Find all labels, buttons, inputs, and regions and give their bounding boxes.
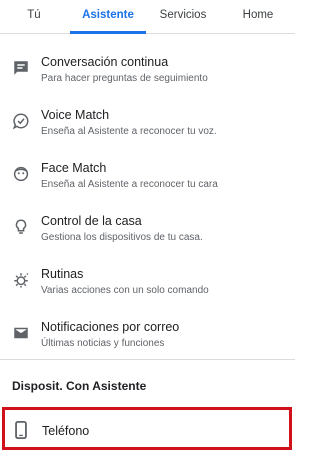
setting-title: Voice Match <box>41 108 110 122</box>
lightbulb-icon <box>12 218 30 236</box>
tab-asistente[interactable]: Asistente <box>78 9 138 21</box>
tab-tu[interactable]: Tú <box>24 9 44 21</box>
setting-title: Conversación continua <box>41 55 169 69</box>
voice-match-icon <box>12 112 30 130</box>
setting-subtitle: Últimas noticias y funciones <box>41 338 165 349</box>
tab-home[interactable]: Home <box>236 9 280 21</box>
setting-subtitle: Enseña al Asistente a reconocer tu voz. <box>41 126 217 137</box>
setting-email-notifications[interactable]: Notificaciones por correo Últimas notici… <box>0 320 295 372</box>
setting-subtitle: Varias acciones con un solo comando <box>41 285 209 296</box>
section-header: Disposit. Con Asistente <box>12 379 147 393</box>
setting-title: Notificaciones por correo <box>41 320 180 334</box>
setting-continued-conversation[interactable]: Conversación continua Para hacer pregunt… <box>0 55 295 107</box>
setting-title: Control de la casa <box>41 214 142 228</box>
device-title: Teléfono <box>42 424 90 438</box>
setting-home-control[interactable]: Control de la casa Gestiona los disposit… <box>0 214 295 266</box>
phone-icon <box>13 421 29 439</box>
mail-icon <box>12 324 30 342</box>
setting-title: Face Match <box>41 161 107 175</box>
face-icon <box>12 165 30 183</box>
setting-subtitle: Para hacer preguntas de seguimiento <box>41 73 208 84</box>
section-divider <box>0 359 295 360</box>
setting-voice-match[interactable]: Voice Match Enseña al Asistente a recono… <box>0 108 295 160</box>
chat-bubble-icon <box>12 59 30 77</box>
setting-title: Rutinas <box>41 267 84 281</box>
tab-servicios[interactable]: Servicios <box>153 9 213 21</box>
active-tab-indicator <box>70 31 146 34</box>
routine-sun-icon <box>12 271 30 289</box>
setting-face-match[interactable]: Face Match Enseña al Asistente a reconoc… <box>0 161 295 213</box>
setting-subtitle: Enseña al Asistente a reconocer tu cara <box>41 179 218 190</box>
setting-subtitle: Gestiona los dispositivos de tu casa. <box>41 232 203 243</box>
tab-bar: Tú Asistente Servicios Home <box>0 0 295 34</box>
setting-routines[interactable]: Rutinas Varias acciones con un solo coma… <box>0 267 295 319</box>
device-phone-row[interactable]: Teléfono <box>2 407 292 450</box>
